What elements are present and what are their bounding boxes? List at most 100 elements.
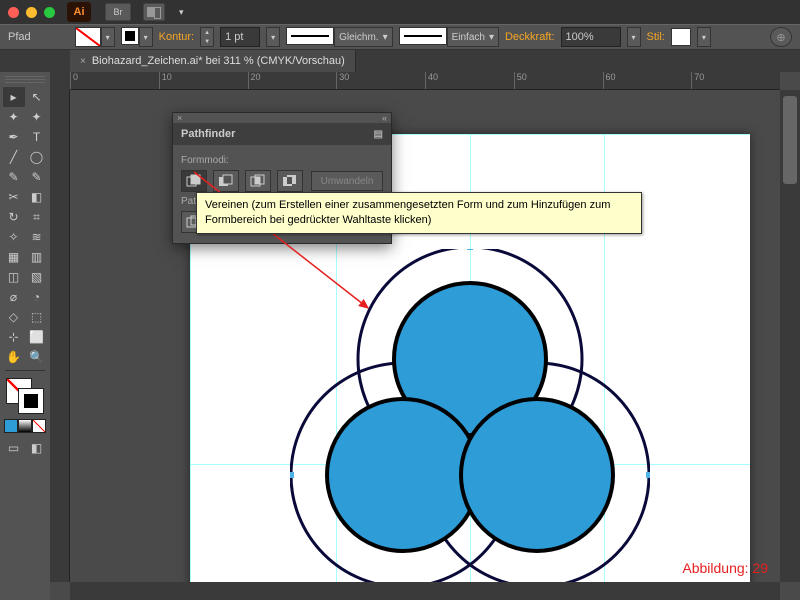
- tool-button[interactable]: ✧: [3, 227, 25, 247]
- variable-width-profile[interactable]: [286, 27, 334, 45]
- brush-dropdown[interactable]: Einfach▾: [447, 27, 499, 47]
- close-tab-icon[interactable]: ×: [80, 56, 86, 67]
- tool-button[interactable]: ↖: [26, 87, 48, 107]
- fill-dropdown-icon[interactable]: ▾: [101, 27, 115, 47]
- document-tab[interactable]: × Biohazard_Zeichen.ai* bei 311 % (CMYK/…: [70, 50, 356, 72]
- tool-button[interactable]: ⌗: [26, 207, 48, 227]
- panel-header[interactable]: Pathfinder ▤: [173, 123, 391, 145]
- screen-mode-button[interactable]: ▭: [3, 438, 25, 458]
- vertical-ruler[interactable]: [50, 90, 70, 582]
- bridge-button[interactable]: Br: [105, 3, 131, 21]
- style-dropdown-icon[interactable]: ▾: [697, 27, 711, 47]
- zoom-window-button[interactable]: [44, 7, 55, 18]
- fill-color-swatch[interactable]: [75, 27, 101, 47]
- ruler-tick: 0: [70, 72, 159, 89]
- tool-button[interactable]: ✦: [26, 107, 48, 127]
- tool-button[interactable]: ⬜: [26, 327, 48, 347]
- artwork[interactable]: [290, 249, 650, 582]
- draw-mode-button[interactable]: ◧: [26, 438, 48, 458]
- tool-button[interactable]: ◇: [3, 307, 25, 327]
- layout-dropdown-icon[interactable]: ▾: [179, 7, 184, 18]
- tool-button[interactable]: ↻: [3, 207, 25, 227]
- none-mode-button[interactable]: [32, 419, 46, 433]
- tool-row: ╱◯: [3, 147, 48, 167]
- fill-stroke-control[interactable]: [4, 376, 46, 416]
- opacity-field[interactable]: 100%: [561, 27, 621, 47]
- brush-definition[interactable]: [399, 27, 447, 45]
- tool-row: ✋🔍: [3, 347, 48, 367]
- tool-button[interactable]: ◔: [26, 287, 48, 307]
- figure-caption: Abbildung: 29: [682, 560, 768, 576]
- tool-button[interactable]: ▸: [3, 87, 25, 107]
- unite-button[interactable]: [181, 170, 207, 192]
- tool-button[interactable]: ✂: [3, 187, 25, 207]
- tool-row: ◫▧: [3, 267, 48, 287]
- ruler-tick: 40: [425, 72, 514, 89]
- ruler-tick: 70: [691, 72, 780, 89]
- panel-close-icon[interactable]: ×: [177, 113, 182, 123]
- app-logo: Ai: [67, 2, 91, 22]
- minus-front-button[interactable]: [213, 170, 239, 192]
- tool-button[interactable]: ⬚: [26, 307, 48, 327]
- color-mode-row: [4, 419, 46, 433]
- intersect-button[interactable]: [245, 170, 271, 192]
- panel-menu-icon[interactable]: ▤: [374, 129, 383, 140]
- stroke-weight-stepper[interactable]: ▲▼: [200, 27, 214, 47]
- tool-button[interactable]: ▧: [26, 267, 48, 287]
- tool-button[interactable]: ⌀: [3, 287, 25, 307]
- tool-button[interactable]: ▦: [3, 247, 25, 267]
- tool-button[interactable]: ◧: [26, 187, 48, 207]
- ruler-tick: 50: [514, 72, 603, 89]
- horizontal-ruler[interactable]: 010203040506070: [70, 72, 780, 90]
- workspace: ▸↖✦✦✒T╱◯✎✎✂◧↻⌗✧≋▦▥◫▧⌀◔◇⬚⊹⬜✋🔍 ▭ ◧ 0102030…: [0, 72, 800, 600]
- panel-collapse-icon[interactable]: «: [382, 113, 387, 123]
- horizontal-scrollbar[interactable]: [70, 582, 780, 600]
- document-setup-button[interactable]: ⊕: [770, 27, 792, 47]
- stroke-swatch[interactable]: [18, 388, 44, 414]
- tool-button[interactable]: ✋: [3, 347, 25, 367]
- tool-button[interactable]: ≋: [26, 227, 48, 247]
- stroke-weight-dropdown-icon[interactable]: ▾: [266, 27, 280, 47]
- opacity-dropdown-icon[interactable]: ▾: [627, 27, 641, 47]
- panel-title: Pathfinder: [181, 128, 235, 140]
- stroke-color-swatch[interactable]: [121, 27, 139, 45]
- close-window-button[interactable]: [8, 7, 19, 18]
- color-mode-button[interactable]: [4, 419, 18, 433]
- stroke-label: Kontur:: [159, 31, 194, 43]
- tool-button[interactable]: 🔍: [26, 347, 48, 367]
- tool-button[interactable]: ╱: [3, 147, 25, 167]
- window-controls: [8, 7, 55, 18]
- tool-button[interactable]: ✒: [3, 127, 25, 147]
- tool-row: ✂◧: [3, 187, 48, 207]
- panel-grip[interactable]: [5, 76, 45, 84]
- tool-button[interactable]: ✎: [3, 167, 25, 187]
- tool-button[interactable]: T: [26, 127, 48, 147]
- ruler-tick: 10: [159, 72, 248, 89]
- profile-dropdown[interactable]: Gleichm.▾: [334, 27, 392, 47]
- opacity-label: Deckkraft:: [505, 31, 555, 43]
- exclude-button[interactable]: [277, 170, 303, 192]
- vertical-scrollbar[interactable]: [780, 90, 800, 582]
- arrange-documents-button[interactable]: [143, 3, 165, 21]
- tool-button[interactable]: ✎: [26, 167, 48, 187]
- tool-button[interactable]: ⊹: [3, 327, 25, 347]
- tool-row: ⊹⬜: [3, 327, 48, 347]
- style-label: Stil:: [647, 31, 665, 43]
- gradient-mode-button[interactable]: [18, 419, 32, 433]
- tool-button[interactable]: ◯: [26, 147, 48, 167]
- stroke-dropdown-icon[interactable]: ▾: [139, 27, 153, 47]
- tool-button[interactable]: ✦: [3, 107, 25, 127]
- graphic-style-swatch[interactable]: [671, 28, 691, 46]
- tool-button[interactable]: ▥: [26, 247, 48, 267]
- expand-button[interactable]: Umwandeln: [311, 171, 383, 191]
- minimize-window-button[interactable]: [26, 7, 37, 18]
- tool-row: ✎✎: [3, 167, 48, 187]
- ruler-origin[interactable]: [50, 72, 70, 90]
- panel-drag-bar[interactable]: × «: [173, 113, 391, 123]
- tools-divider: [5, 370, 45, 371]
- tool-button[interactable]: ◫: [3, 267, 25, 287]
- stroke-weight-field[interactable]: 1 pt: [220, 27, 260, 47]
- title-bar: Ai Br ▾: [0, 0, 800, 24]
- shape-modes-label: Formmodi:: [181, 155, 383, 166]
- tool-row: ⌀◔: [3, 287, 48, 307]
